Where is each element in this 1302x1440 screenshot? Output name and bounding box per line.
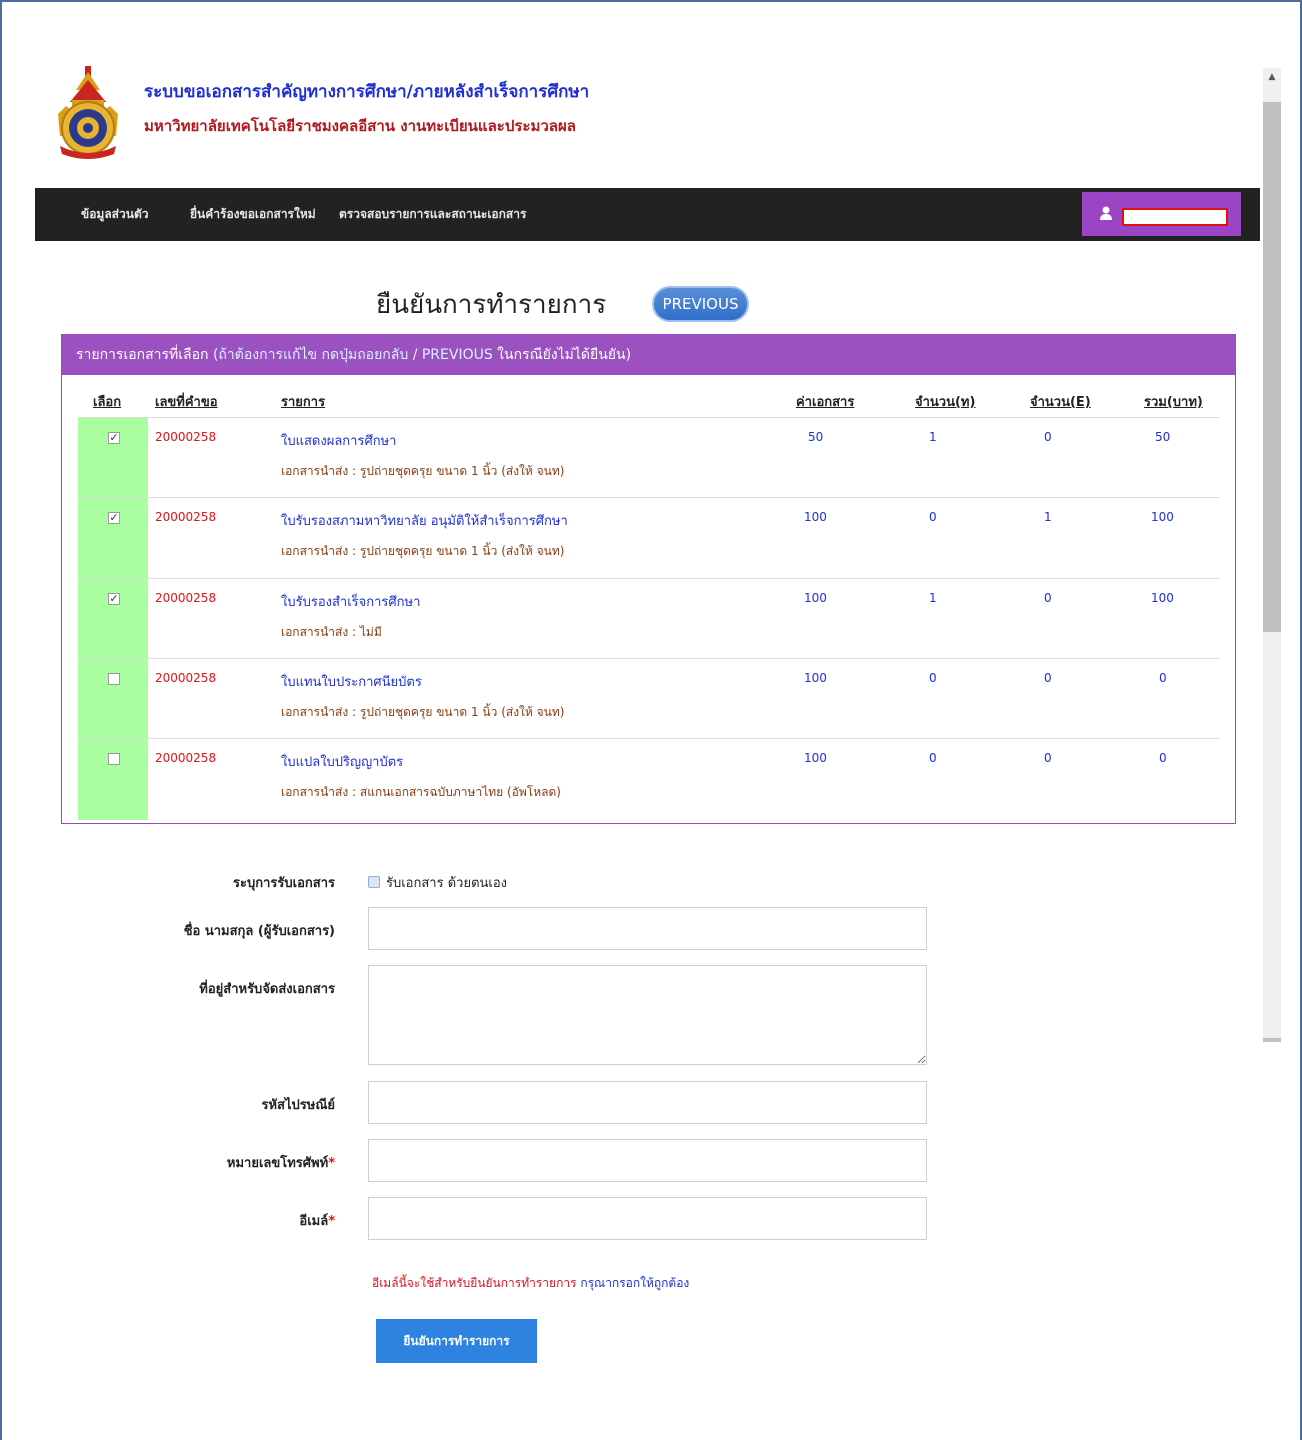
col-header-request-no: เลขที่คำขอ	[155, 395, 218, 410]
vertical-scrollbar[interactable]: ▲	[1263, 68, 1281, 1042]
nav-check-status[interactable]: ตรวจสอบรายการและสถานะเอกสาร	[339, 188, 526, 241]
document-name: ใบแทนใบประกาศนียบัตร	[281, 675, 422, 690]
col-header-qty-en: จำนวน(E)	[1030, 395, 1091, 410]
row-total: 100	[1151, 510, 1174, 524]
row-total: 0	[1159, 671, 1167, 685]
document-fee: 100	[804, 751, 827, 765]
pickup-method-label: ระบุการรับเอกสาร	[233, 876, 335, 891]
document-fee: 100	[804, 591, 827, 605]
col-header-item: รายการ	[281, 395, 326, 410]
col-header-qty-th: จำนวน(ท)	[915, 395, 976, 410]
pickup-self-option[interactable]: รับเอกสาร ด้วยตนเอง	[368, 872, 507, 893]
user-menu[interactable]	[1082, 192, 1241, 236]
row-checkbox[interactable]: ✓	[108, 512, 120, 524]
document-name: ใบรับรองสภามหาวิทยาลัย อนุมัติให้สำเร็จก…	[281, 514, 568, 529]
qty-th: 0	[929, 751, 937, 765]
phone-label: หมายเลขโทรศัพท์*	[227, 1152, 335, 1173]
qty-th: 0	[929, 671, 937, 685]
user-icon	[1100, 206, 1112, 220]
scrollbar-thumb-upper[interactable]	[1263, 102, 1281, 632]
document-fee: 50	[808, 430, 824, 444]
email-note-red: อีเมล์นี้จะใช้สำหรับยืนยันการทำรายการ	[372, 1276, 577, 1290]
qty-th: 1	[929, 591, 937, 605]
panel-heading: รายการเอกสารที่เลือก (ถ้าต้องการแก้ไข กด…	[62, 335, 1235, 375]
confirm-submit-button[interactable]: ยืนยันการทำรายการ	[376, 1319, 537, 1363]
qty-en: 0	[1044, 591, 1052, 605]
qty-en: 0	[1044, 671, 1052, 685]
panel-heading-main: รายการเอกสารที่เลือก	[76, 347, 209, 363]
document-attachment: เอกสารนำส่ง : รูปถ่ายชุดครุย ขนาด 1 นิ้ว…	[281, 544, 565, 558]
address-textarea[interactable]	[368, 965, 927, 1065]
required-star: *	[328, 1214, 335, 1229]
email-note: อีเมล์นี้จะใช้สำหรับยืนยันการทำรายการ กร…	[372, 1274, 689, 1293]
panel-heading-hint-close: ในกรณียังไม่ได้ยืนยัน)	[492, 347, 632, 363]
scroll-up-icon[interactable]: ▲	[1263, 68, 1281, 86]
document-fee: 100	[804, 671, 827, 685]
document-name: ใบแสดงผลการศึกษา	[281, 434, 397, 449]
address-label: ที่อยู่สำหรับจัดส่งเอกสาร	[199, 982, 335, 997]
pickup-radio[interactable]	[368, 876, 380, 888]
request-number: 20000258	[155, 510, 217, 524]
request-number: 20000258	[155, 671, 217, 685]
postcode-input[interactable]	[368, 1081, 927, 1124]
document-fee: 100	[804, 510, 827, 524]
table-row: ✓ 20000258 ใบรับรองสำเร็จการศึกษา เอกสาร…	[78, 578, 1220, 658]
postcode-label: รหัสไปรษณีย์	[261, 1098, 335, 1113]
row-checkbox[interactable]	[108, 673, 120, 685]
system-subtitle: มหาวิทยาลัยเทคโนโลยีราชมงคลอีสาน งานทะเบ…	[144, 117, 576, 135]
table-row: ✓ 20000258 ใบแสดงผลการศึกษา เอกสารนำส่ง …	[78, 417, 1220, 497]
request-number: 20000258	[155, 591, 217, 605]
user-name-field	[1122, 208, 1228, 226]
university-seal-icon	[58, 66, 118, 159]
qty-en: 1	[1044, 510, 1052, 524]
system-title: ระบบขอเอกสารสำคัญทางการศึกษา/ภายหลังสำเร…	[144, 82, 590, 102]
document-name: ใบรับรองสำเร็จการศึกษา	[281, 595, 421, 610]
recipient-name-label: ชื่อ นามสกุล (ผู้รับเอกสาร)	[183, 924, 335, 939]
document-attachment: เอกสารนำส่ง : สแกนเอกสารฉบับภาษาไทย (อัพ…	[281, 785, 561, 799]
email-input[interactable]	[368, 1197, 927, 1240]
scrollbar-thumb-lower[interactable]	[1263, 1038, 1281, 1042]
nav-new-request[interactable]: ยื่นคำร้องขอเอกสารใหม่	[190, 188, 316, 241]
document-attachment: เอกสารนำส่ง : รูปถ่ายชุดครุย ขนาด 1 นิ้ว…	[281, 705, 565, 719]
nav-personal-info[interactable]: ข้อมูลส่วนตัว	[81, 188, 148, 241]
page-title: ยืนยันการทำรายการ	[376, 290, 607, 320]
row-total: 0	[1159, 751, 1167, 765]
row-total: 50	[1155, 430, 1171, 444]
request-number: 20000258	[155, 751, 217, 765]
phone-label-text: หมายเลขโทรศัพท์	[226, 1156, 329, 1171]
phone-input[interactable]	[368, 1139, 927, 1182]
previous-button[interactable]: PREVIOUS	[652, 286, 749, 322]
row-total: 100	[1151, 591, 1174, 605]
qty-en: 0	[1044, 430, 1052, 444]
col-header-total: รวม(บาท)	[1144, 395, 1203, 410]
panel-heading-hint-open: (ถ้าต้องการแก้ไข กดปุ่มถอยกลับ /	[212, 347, 422, 363]
row-checkbox[interactable]: ✓	[108, 593, 120, 605]
qty-th: 0	[929, 510, 937, 524]
selected-documents-panel: รายการเอกสารที่เลือก (ถ้าต้องการแก้ไข กด…	[61, 334, 1236, 824]
required-star: *	[328, 1156, 335, 1171]
page-frame: ระบบขอเอกสารสำคัญทางการศึกษา/ภายหลังสำเร…	[0, 0, 1302, 1440]
recipient-name-input[interactable]	[368, 907, 927, 950]
document-attachment: เอกสารนำส่ง : ไม่มี	[281, 625, 382, 639]
table-row: 20000258 ใบแปลใบปริญญาบัตร เอกสารนำส่ง :…	[78, 738, 1220, 818]
col-header-fee: ค่าเอกสาร	[796, 395, 855, 410]
pickup-option-label: รับเอกสาร ด้วยตนเอง	[386, 876, 507, 891]
qty-en: 0	[1044, 751, 1052, 765]
table-row: ✓ 20000258 ใบรับรองสภามหาวิทยาลัย อนุมัต…	[78, 497, 1220, 577]
row-checkbox[interactable]	[108, 753, 120, 765]
top-navbar: ข้อมูลส่วนตัว ยื่นคำร้องขอเอกสารใหม่ ตรว…	[35, 188, 1260, 241]
email-label: อีเมล์*	[299, 1210, 335, 1231]
request-number: 20000258	[155, 430, 217, 444]
qty-th: 1	[929, 430, 937, 444]
document-attachment: เอกสารนำส่ง : รูปถ่ายชุดครุย ขนาด 1 นิ้ว…	[281, 464, 565, 478]
document-name: ใบแปลใบปริญญาบัตร	[281, 755, 404, 770]
table-row: 20000258 ใบแทนใบประกาศนียบัตร เอกสารนำส่…	[78, 658, 1220, 738]
email-note-blue: กรุณากรอกให้ถูกต้อง	[576, 1276, 690, 1290]
panel-heading-hint-previous: PREVIOUS	[421, 347, 493, 363]
col-header-select: เลือก	[93, 395, 122, 410]
email-label-text: อีเมล์	[299, 1214, 329, 1229]
row-checkbox[interactable]: ✓	[108, 432, 120, 444]
